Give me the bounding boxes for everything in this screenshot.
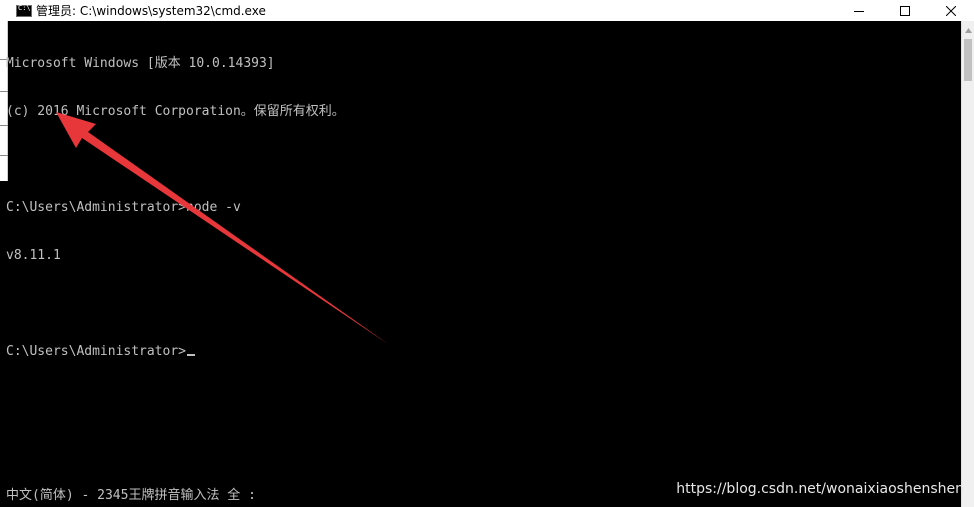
text-cursor [187, 354, 196, 356]
minimize-button[interactable] [836, 0, 882, 21]
console-line: C:\Users\Administrator>node -v [6, 200, 241, 215]
console-prompt-line[interactable]: C:\Users\Administrator> [6, 344, 961, 360]
console-line: Microsoft Windows [版本 10.0.14393] [6, 56, 275, 71]
maximize-button[interactable] [882, 0, 928, 21]
chevron-up-icon [965, 27, 972, 33]
watermark-url: https://blog.csdn.net/wonaixiaoshenshen [676, 481, 964, 497]
console-line: (c) 2016 Microsoft Corporation。保留所有权利。 [6, 104, 345, 119]
cmd-icon[interactable] [16, 4, 32, 17]
console-output[interactable]: Microsoft Windows [版本 10.0.14393] (c) 20… [6, 24, 961, 507]
ime-status-bar: 中文(简体) - 2345王牌拼音输入法 全 : [6, 488, 256, 503]
scroll-up-button[interactable] [962, 23, 974, 37]
console-line-version: v8.11.1 [6, 248, 61, 263]
cmd-window: 管理员: C:\windows\system32\cmd.exe Microso… [0, 0, 974, 507]
console-prompt: C:\Users\Administrator> [6, 344, 187, 359]
scroll-thumb[interactable] [964, 39, 972, 81]
maximize-icon [900, 5, 910, 16]
vertical-scrollbar[interactable] [961, 21, 974, 507]
minimize-icon [854, 10, 864, 12]
title-bar[interactable]: 管理员: C:\windows\system32\cmd.exe [0, 0, 974, 21]
close-icon [946, 5, 956, 16]
window-title: 管理员: C:\windows\system32\cmd.exe [36, 4, 266, 18]
close-button[interactable] [928, 0, 974, 21]
window-controls [836, 0, 974, 21]
